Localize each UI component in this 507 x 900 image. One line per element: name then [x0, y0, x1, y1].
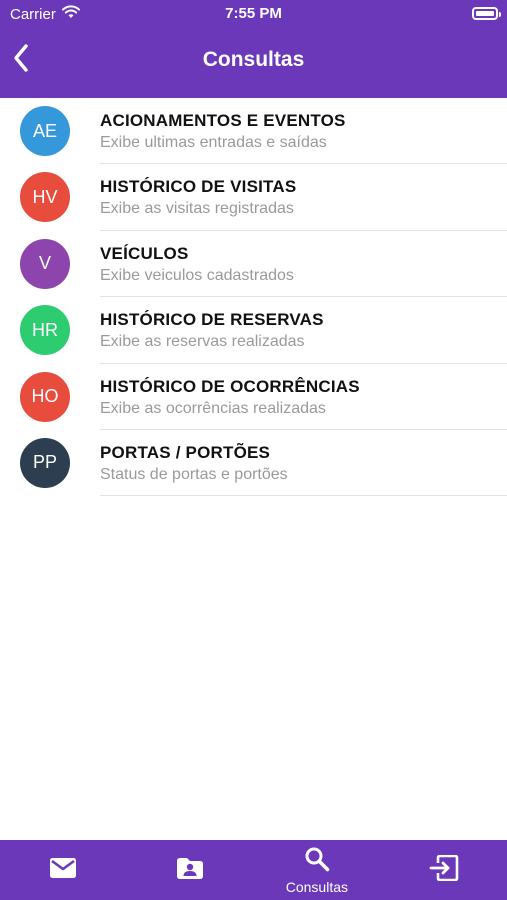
list-item[interactable]: HV HISTÓRICO DE VISITAS Exibe as visitas r… — [0, 164, 507, 231]
tab-bar: Consultas — [0, 840, 507, 900]
header-background: Carrier 7:55 PM Consultas — [0, 0, 507, 98]
avatar: V — [20, 238, 70, 289]
tab-consultas-label: Consultas — [285, 878, 348, 895]
list-item[interactable]: HO HISTÓRICO DE OCORRÊNCIAS Exibe as ocorr… — [0, 364, 507, 430]
status-time: 7:55 PM — [225, 5, 282, 22]
item-subtitle: Exibe as reservas realizadas — [100, 333, 305, 351]
list-item[interactable]: HR HISTÓRICO DE RESERVAS Exibe as reservas… — [0, 297, 507, 364]
item-title: HISTÓRICO DE VISITAS — [100, 177, 297, 197]
item-texts: HISTÓRICO DE RESERVAS Exibe as reservas r… — [100, 310, 507, 351]
list-item[interactable]: PP PORTAS / PORTÕES Status de portas e por… — [0, 430, 507, 497]
status-bar: Carrier 7:55 PM — [0, 0, 507, 28]
item-title: VEÍCULOS — [100, 243, 189, 263]
item-texts: VEÍCULOS Exibe veiculos cadastrados — [100, 244, 507, 285]
avatar: HO — [20, 371, 70, 422]
search-icon — [304, 846, 330, 877]
item-subtitle: Exibe veiculos cadastrados — [100, 266, 294, 284]
contact-folder-icon — [176, 856, 204, 885]
item-subtitle: Status de portas e portões — [100, 465, 288, 483]
item-subtitle: Exibe ultimas entradas e saídas — [100, 134, 327, 151]
item-subtitle: Exibe as visitas registradas — [100, 200, 294, 218]
battery-icon — [472, 7, 501, 20]
logout-icon — [429, 854, 459, 886]
divider — [100, 495, 507, 497]
consultas-list: AE ACIONAMENTOS E EVENTOS Exibe ultimas en… — [0, 98, 507, 497]
avatar: HV — [20, 172, 70, 223]
item-title: HISTÓRICO DE OCORRÊNCIAS — [100, 376, 360, 396]
tab-logout[interactable] — [380, 840, 507, 900]
item-texts: HISTÓRICO DE VISITAS Exibe as visitas reg… — [100, 177, 507, 218]
item-title: ACIONAMENTOS E EVENTOS — [100, 111, 346, 130]
item-title: PORTAS / PORTÕES — [100, 442, 271, 462]
avatar: AE — [20, 106, 70, 156]
avatar: PP — [20, 437, 70, 488]
item-texts: PORTAS / PORTÕES Status de portas e portõ… — [100, 443, 507, 484]
list-item[interactable]: AE ACIONAMENTOS E EVENTOS Exibe ultimas en… — [0, 98, 507, 165]
item-texts: ACIONAMENTOS E EVENTOS Exibe ultimas entr… — [100, 111, 507, 152]
page-title: Consultas — [202, 48, 305, 71]
avatar: HR — [20, 305, 70, 356]
tab-consultas[interactable]: Consultas — [254, 840, 381, 900]
navigation-bar: Consultas — [0, 28, 507, 98]
list-item[interactable]: V VEÍCULOS Exibe veiculos cadastrados — [0, 231, 507, 298]
tab-contacts[interactable] — [127, 840, 254, 900]
item-subtitle: Exibe as ocorrências realizadas — [100, 399, 326, 417]
mail-icon — [49, 857, 77, 884]
tab-messages[interactable] — [0, 840, 127, 900]
item-texts: HISTÓRICO DE OCORRÊNCIAS Exibe as ocorrên… — [100, 377, 507, 418]
item-title: HISTÓRICO DE RESERVAS — [100, 310, 324, 330]
